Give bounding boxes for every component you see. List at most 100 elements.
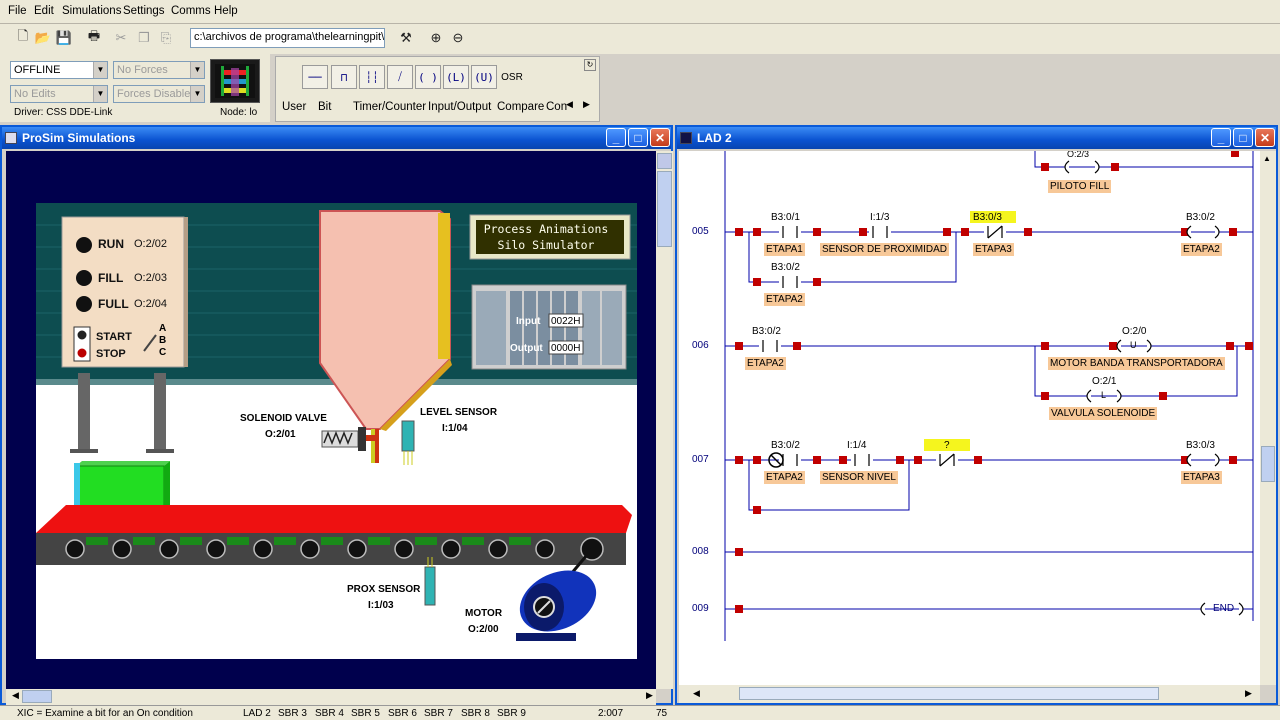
stop-label: STOP: [96, 348, 126, 360]
prosim-vertical-scrollbar[interactable]: [656, 151, 673, 689]
instruction-palette: ── ⊓ ┆┆ ⧸ ( ) (L) (U) OSR ↻ User Bit Tim…: [275, 56, 600, 122]
coil-tag: ETAPA3: [1181, 471, 1222, 484]
close-button[interactable]: ✕: [1255, 128, 1275, 147]
tab-scroll-left-icon[interactable]: ◀: [566, 99, 573, 110]
coil-symbol: L: [1101, 390, 1107, 400]
ladder-rungs-graphic: [724, 151, 1254, 641]
tab-sbr-4[interactable]: SBR 4: [315, 708, 344, 719]
contact-address: B3:0/2: [752, 326, 781, 337]
ladder-window: LAD 2 _ □ ✕ O:2/3 PILOTO FILL 005 B3:0/1…: [675, 125, 1278, 705]
coil-address: O:2/1: [1092, 376, 1117, 387]
run-label: RUN: [98, 237, 124, 251]
lad-horizontal-scrollbar[interactable]: ◀ ▶: [679, 685, 1260, 703]
xio-contact-icon[interactable]: ⧸: [387, 65, 413, 89]
paste-icon[interactable]: ⎘: [155, 27, 177, 49]
print-icon[interactable]: 🖶: [83, 27, 105, 49]
menu-bar: File Edit Simulations Settings Comms Hel…: [0, 0, 1280, 24]
mode-value: OFFLINE: [14, 64, 61, 76]
selector-c: C: [159, 347, 167, 358]
tab-bit[interactable]: Bit: [318, 101, 331, 113]
save-icon[interactable]: 💾: [53, 27, 75, 49]
prosim-titlebar[interactable]: ProSim Simulations _ □ ✕: [2, 127, 671, 149]
copy-icon[interactable]: ❐: [133, 27, 155, 49]
rung-number: 009: [692, 603, 709, 614]
selector-a: A: [159, 323, 167, 334]
open-folder-icon[interactable]: 📂: [32, 27, 54, 49]
ladder-status-icon: [210, 59, 260, 103]
tab-sbr-8[interactable]: SBR 8: [461, 708, 490, 719]
selector-b: B: [159, 335, 167, 346]
tab-lad-2[interactable]: LAD 2: [243, 708, 271, 719]
contact-address: B3:0/1: [771, 212, 800, 223]
refresh-icon[interactable]: ↻: [584, 59, 596, 71]
tab-con[interactable]: Con: [546, 101, 567, 113]
menu-comms[interactable]: Comms: [171, 5, 211, 17]
tab-input-output[interactable]: Input/Output: [428, 101, 491, 113]
tab-compare[interactable]: Compare: [497, 101, 544, 113]
toolbar: 🗋 📂 💾 🖶 ✂ ❐ ⎘ c:\archivos de programa\th…: [0, 24, 1280, 54]
contact-tag: ETAPA3: [973, 243, 1014, 256]
menu-settings[interactable]: Settings: [123, 5, 165, 17]
xic-contact-icon[interactable]: ┆┆: [359, 65, 385, 89]
forces-select[interactable]: No Forces ▼: [113, 61, 205, 79]
banner-line-2: Silo Simulator: [497, 238, 595, 252]
edits-select[interactable]: No Edits ▼: [10, 85, 108, 103]
lad-titlebar[interactable]: LAD 2 _ □ ✕: [677, 127, 1276, 149]
new-file-icon[interactable]: 🗋: [12, 27, 34, 49]
menu-edit[interactable]: Edit: [34, 5, 54, 17]
rung-number: 008: [692, 546, 709, 557]
tab-sbr-3[interactable]: SBR 3: [278, 708, 307, 719]
zoom-readout: 75: [656, 708, 668, 719]
forces-value: No Forces: [117, 64, 168, 76]
minimize-button[interactable]: _: [1211, 128, 1231, 147]
coil-tag: ETAPA2: [1181, 243, 1222, 256]
contact-tag: ETAPA2: [764, 293, 805, 306]
cut-icon[interactable]: ✂: [110, 27, 132, 49]
path-field[interactable]: c:\archivos de programa\thelearningpit\l…: [190, 28, 385, 48]
plc-input-label: Input: [516, 316, 541, 327]
tab-sbr-9[interactable]: SBR 9: [497, 708, 526, 719]
plc-input-value: 0022H: [551, 316, 581, 327]
otl-coil-icon[interactable]: (L): [443, 65, 469, 89]
tools-icon[interactable]: ⚒: [395, 27, 417, 49]
prox-sensor-address: I:1/03: [368, 600, 394, 611]
tab-sbr-5[interactable]: SBR 5: [351, 708, 380, 719]
silo-simulator-scene: RUN O:2/02 FILL O:2/03 FULL O:2/04 START…: [36, 203, 637, 659]
menu-file[interactable]: File: [8, 5, 27, 17]
contact-address: B3:0/2: [771, 440, 800, 451]
forces-state-value: Forces Disabled: [117, 88, 197, 100]
minimize-button[interactable]: _: [606, 128, 626, 147]
maximize-button[interactable]: □: [628, 128, 648, 147]
branch-icon[interactable]: ⊓: [331, 65, 357, 89]
start-stop-button[interactable]: [74, 327, 90, 361]
tab-timer-counter[interactable]: Timer/Counter: [353, 101, 426, 113]
contact-address: B3:0/3: [973, 212, 1002, 223]
menu-simulations[interactable]: Simulations: [62, 5, 121, 17]
processor-status-panel: OFFLINE ▼ No Forces ▼ No Edits ▼ Forces …: [0, 54, 270, 122]
tab-sbr-7[interactable]: SBR 7: [424, 708, 453, 719]
otu-coil-icon[interactable]: (U): [471, 65, 497, 89]
lad-vertical-scrollbar[interactable]: ▲: [1260, 151, 1276, 685]
tab-scroll-right-icon[interactable]: ▶: [583, 99, 590, 110]
silo-scene-graphic: [36, 203, 637, 659]
mode-select[interactable]: OFFLINE ▼: [10, 61, 108, 79]
node-label: Node: lo: [220, 107, 258, 118]
prosim-horizontal-scrollbar[interactable]: ◀ ▶: [6, 689, 656, 705]
tab-user[interactable]: User: [282, 101, 306, 113]
zoom-in-icon[interactable]: ⊕: [425, 27, 447, 49]
prox-sensor-label: PROX SENSOR: [347, 584, 421, 595]
ladder-editor[interactable]: O:2/3 PILOTO FILL 005 B3:0/1 ETAPA1 I:1/…: [679, 151, 1260, 685]
ote-coil-icon[interactable]: ( ): [415, 65, 441, 89]
rung-icon[interactable]: ──: [302, 65, 328, 89]
end-label: END: [1213, 603, 1235, 614]
maximize-button[interactable]: □: [1233, 128, 1253, 147]
edits-value: No Edits: [14, 88, 56, 100]
osr-button[interactable]: OSR: [499, 65, 525, 89]
window-icon: [5, 132, 17, 144]
close-button[interactable]: ✕: [650, 128, 670, 147]
forces-state-select[interactable]: Forces Disabled ▼: [113, 85, 205, 103]
menu-help[interactable]: Help: [214, 5, 238, 17]
zoom-out-icon[interactable]: ⊖: [447, 27, 469, 49]
tab-sbr-6[interactable]: SBR 6: [388, 708, 417, 719]
solenoid-valve-address: O:2/01: [265, 429, 296, 440]
